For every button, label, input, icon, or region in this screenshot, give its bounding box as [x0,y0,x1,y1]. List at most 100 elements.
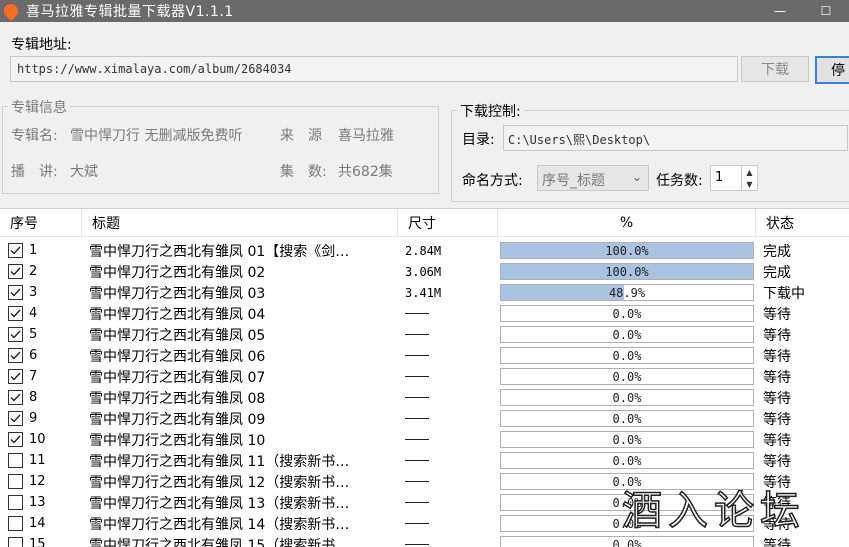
table-row[interactable]: 5 雪中悍刀行之西北有雏凤 05 0.0% 等待 [0,324,849,345]
size-placeholder-dash [405,502,429,503]
progress-bar: 0.0% [500,410,754,427]
checkbox-unchecked[interactable] [8,474,23,489]
index-cell: 13 [8,492,82,513]
size-placeholder-dash [405,439,429,440]
row-title: 雪中悍刀行之西北有雏凤 11（搜索新书… [89,453,350,470]
header-size[interactable]: 尺寸 [398,209,498,237]
download-control-legend: 下载控制: [457,101,524,121]
checkbox-checked[interactable] [8,243,23,258]
size-placeholder-dash [405,481,429,482]
header-title[interactable]: 标题 [82,209,398,237]
checkbox-checked[interactable] [8,348,23,363]
table-row[interactable]: 6 雪中悍刀行之西北有雏凤 06 0.0% 等待 [0,345,849,366]
progress-percent: 0.0% [612,432,642,447]
row-title: 雪中悍刀行之西北有雏凤 02 [89,264,266,281]
checkbox-checked[interactable] [8,369,23,384]
progress-percent: 0.0% [612,369,642,384]
progress-bar: 0.0% [500,389,754,406]
check-icon [10,372,21,381]
index-cell: 2 [8,261,82,282]
album-narrator-label: 播 讲: [11,164,58,180]
table-row[interactable]: 4 雪中悍刀行之西北有雏凤 04 0.0% 等待 [0,303,849,324]
table-row[interactable]: 2 雪中悍刀行之西北有雏凤 02 3.06M 100.0% 完成 [0,261,849,282]
table-row[interactable]: 1 雪中悍刀行之西北有雏凤 01【搜索《剑… 2.84M 100.0% 完成 [0,240,849,261]
progress-percent: 100.0% [605,264,649,279]
row-status: 等待 [763,306,791,323]
row-title: 雪中悍刀行之西北有雏凤 03 [89,285,266,302]
header-percent[interactable]: % [498,209,756,237]
size-placeholder-dash [405,544,429,545]
progress-percent: 48.9% [608,285,646,300]
row-size: 2.84M [405,243,442,258]
table-row[interactable]: 8 雪中悍刀行之西北有雏凤 08 0.0% 等待 [0,387,849,408]
progress-percent: 0.0% [612,348,642,363]
row-title: 雪中悍刀行之西北有雏凤 12（搜索新书… [89,474,350,491]
index-cell: 7 [8,366,82,387]
checkbox-checked[interactable] [8,306,23,321]
header-index[interactable]: 序号 [0,209,82,237]
download-button[interactable]: 下载 [741,56,809,82]
row-size [405,471,495,492]
checkbox-unchecked[interactable] [8,453,23,468]
album-source-value: 喜马拉雅 [338,128,394,144]
table-row[interactable]: 9 雪中悍刀行之西北有雏凤 09 0.0% 等待 [0,408,849,429]
album-url-label: 专辑地址: [11,37,72,53]
album-url-input[interactable]: https://www.ximalaya.com/album/2684034 [10,56,738,82]
progress-percent: 0.0% [612,306,642,321]
tasks-label: 任务数: [656,173,703,189]
row-index: 7 [29,369,38,384]
checkbox-checked[interactable] [8,327,23,342]
row-index: 12 [29,474,46,489]
checkbox-checked[interactable] [8,432,23,447]
tasks-stepper[interactable]: 1 ▲ ▼ [710,165,758,191]
checkbox-unchecked[interactable] [8,495,23,510]
row-size [405,513,495,534]
header-status[interactable]: 状态 [756,209,849,237]
row-status: 下载中 [763,285,805,302]
row-index: 8 [29,390,38,405]
index-cell: 14 [8,513,82,534]
index-cell: 9 [8,408,82,429]
naming-label: 命名方式: [462,173,523,189]
row-index: 9 [29,411,38,426]
table-row[interactable]: 10 雪中悍刀行之西北有雏凤 10 0.0% 等待 [0,429,849,450]
naming-select[interactable]: 序号_标题 ⌄ [537,165,649,191]
window-title: 喜马拉雅专辑批量下载器V1.1.1 [26,4,234,20]
index-cell: 10 [8,429,82,450]
window-controls: — ☐ [757,0,849,22]
table-row[interactable]: 7 雪中悍刀行之西北有雏凤 07 0.0% 等待 [0,366,849,387]
stop-button[interactable]: 停 [815,56,849,84]
size-placeholder-dash [405,460,429,461]
row-index: 6 [29,348,38,363]
app-icon [1,1,21,21]
row-status: 等待 [763,432,791,449]
directory-input[interactable]: C:\Users\熙\Desktop\ [503,125,848,151]
row-title: 雪中悍刀行之西北有雏凤 09 [89,411,266,428]
minimize-button[interactable]: — [757,0,803,22]
check-icon [10,414,21,423]
row-index: 11 [29,453,46,468]
progress-bar: 100.0% [500,242,754,259]
album-name-value: 雪中悍刀行 无删减版免费听 [70,128,243,144]
checkbox-unchecked[interactable] [8,516,23,531]
size-placeholder-dash [405,313,429,314]
progress-percent: 0.0% [612,411,642,426]
row-size [405,324,495,345]
checkbox-checked[interactable] [8,390,23,405]
check-icon [10,435,21,444]
table-row[interactable]: 3 雪中悍刀行之西北有雏凤 03 3.41M 48.9% 下载中 [0,282,849,303]
row-title: 雪中悍刀行之西北有雏凤 01【搜索《剑… [89,243,350,260]
album-episodes-label: 集 数: [280,164,327,180]
table-row[interactable]: 11 雪中悍刀行之西北有雏凤 11（搜索新书… 0.0% 等待 [0,450,849,471]
checkbox-checked[interactable] [8,285,23,300]
checkbox-checked[interactable] [8,411,23,426]
maximize-button[interactable]: ☐ [803,0,849,22]
check-icon [10,288,21,297]
checkbox-unchecked[interactable] [8,537,23,547]
checkbox-checked[interactable] [8,264,23,279]
progress-percent: 0.0% [612,453,642,468]
progress-bar: 0.0% [500,536,754,547]
row-status: 等待 [763,348,791,365]
spin-arrows-icon[interactable]: ▲ ▼ [741,166,757,190]
row-index: 5 [29,327,38,342]
